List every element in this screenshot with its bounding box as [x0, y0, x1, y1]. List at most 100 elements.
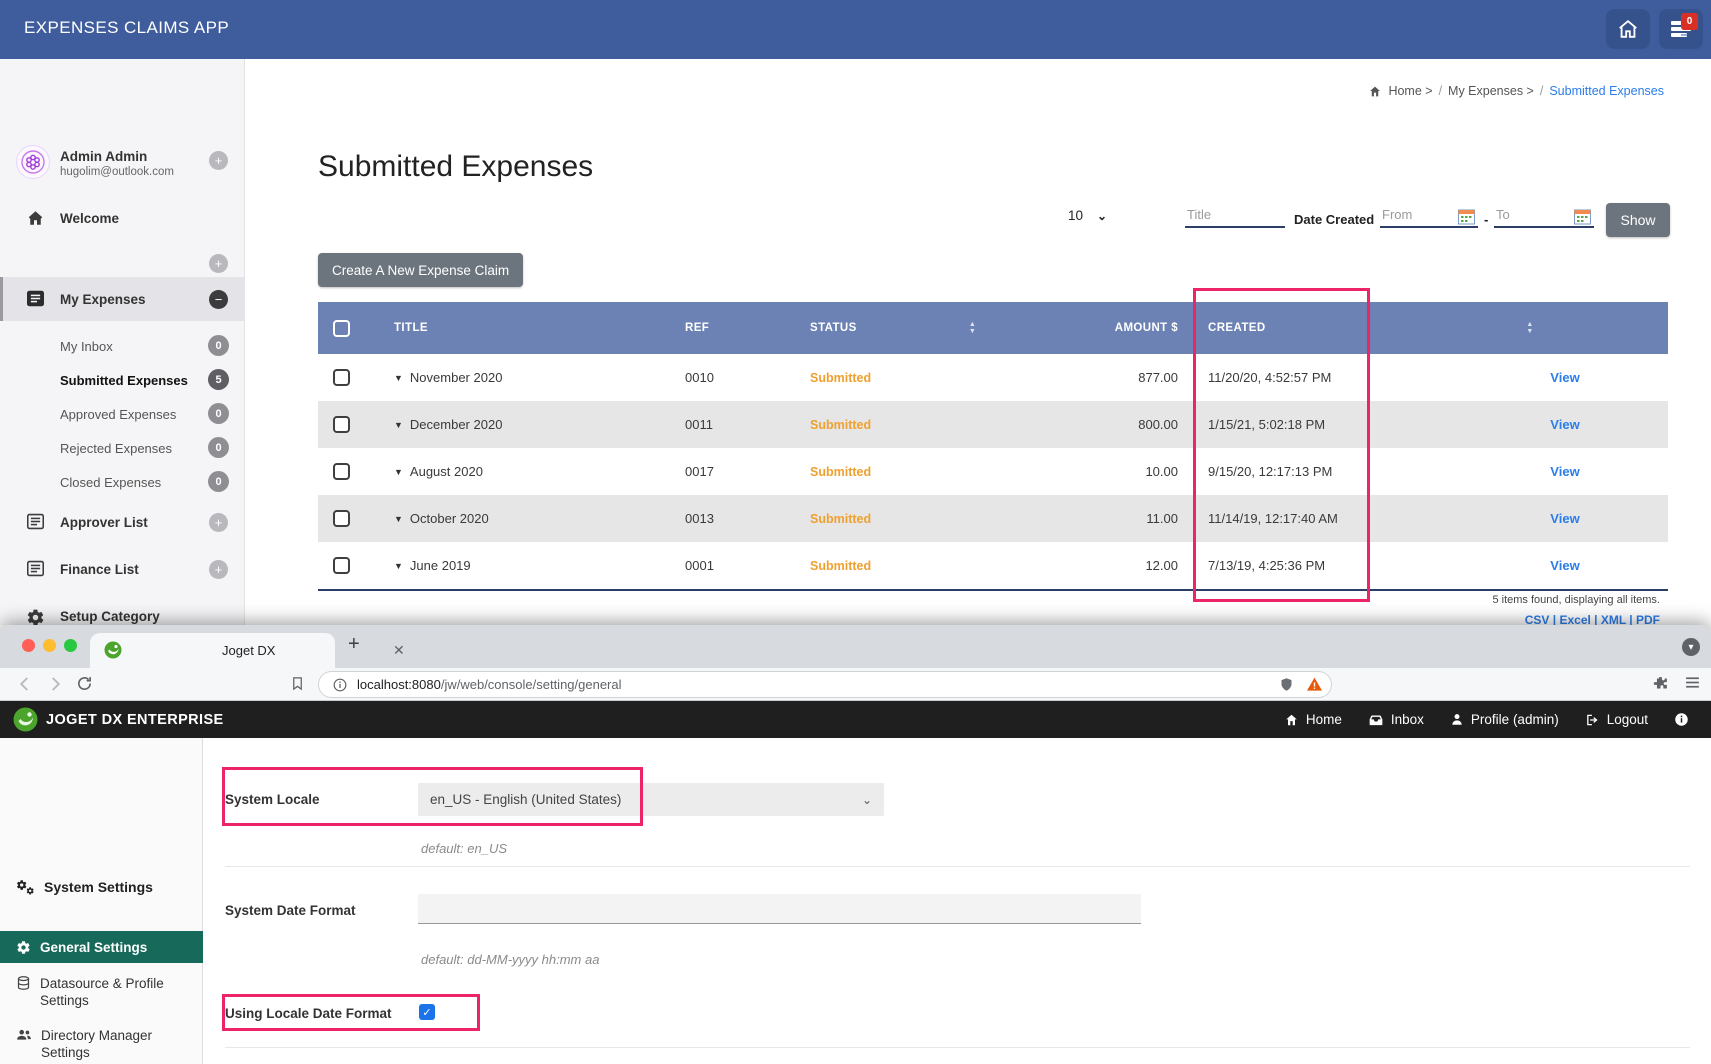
- expense-title[interactable]: June 2019: [410, 558, 471, 573]
- expense-title[interactable]: October 2020: [410, 511, 489, 526]
- back-icon[interactable]: [16, 675, 34, 693]
- warning-triangle-icon[interactable]: [1306, 677, 1323, 692]
- row-checkbox[interactable]: [333, 463, 350, 480]
- calendar-icon[interactable]: [1458, 209, 1475, 225]
- sidebar-item-approved-expenses[interactable]: Approved Expenses: [60, 407, 176, 422]
- system-locale-value: en_US - English (United States): [430, 792, 621, 807]
- profile-expand-button[interactable]: +: [209, 151, 228, 170]
- app-header: EXPENSES CLAIMS APP 0: [0, 0, 1711, 59]
- caret-down-icon[interactable]: ▼: [394, 467, 403, 477]
- app-home-button[interactable]: [1606, 9, 1650, 49]
- view-link[interactable]: View: [1550, 370, 1579, 385]
- sidebar-item-datasource-profile-settings[interactable]: Datasource & Profile Settings: [0, 975, 203, 1009]
- caret-down-icon[interactable]: ▼: [394, 561, 403, 571]
- col-header-created[interactable]: CREATED: [1186, 322, 1392, 334]
- info-icon: [1674, 712, 1689, 727]
- minimize-window-button[interactable]: [43, 639, 56, 652]
- using-locale-date-format-checkbox[interactable]: ✓: [419, 1004, 435, 1020]
- sidebar-item-submitted-expenses[interactable]: Submitted Expenses: [60, 373, 188, 388]
- site-info-icon[interactable]: [333, 678, 347, 692]
- maximize-window-button[interactable]: [64, 639, 77, 652]
- forward-icon[interactable]: [46, 675, 64, 693]
- tab-overflow-button[interactable]: ▾: [1682, 638, 1700, 656]
- caret-down-icon[interactable]: ▼: [394, 373, 403, 383]
- table-row: ▼November 2020 0010 Submitted 877.00 11/…: [318, 354, 1668, 401]
- avatar[interactable]: [16, 145, 50, 179]
- view-link[interactable]: View: [1550, 511, 1579, 526]
- col-header-ref[interactable]: REF: [660, 322, 790, 334]
- col-header-title[interactable]: TITLE: [364, 322, 660, 334]
- row-checkbox[interactable]: [333, 557, 350, 574]
- joget-nav-inbox[interactable]: Inbox: [1368, 712, 1424, 727]
- expense-ref: 0017: [660, 464, 790, 479]
- row-checkbox[interactable]: [333, 510, 350, 527]
- page-size-select[interactable]: 10 ⌄: [1068, 208, 1107, 223]
- url-bar[interactable]: localhost:8080/jw/web/console/setting/ge…: [318, 671, 1332, 698]
- joget-nav-info[interactable]: [1674, 712, 1689, 727]
- people-icon: [16, 1027, 32, 1042]
- expand-button[interactable]: +: [209, 513, 228, 532]
- row-checkbox[interactable]: [333, 416, 350, 433]
- close-window-button[interactable]: [22, 639, 35, 652]
- select-all-checkbox[interactable]: [333, 320, 350, 337]
- menu-icon[interactable]: [1684, 675, 1701, 690]
- browser-tab[interactable]: Joget DX ✕: [90, 633, 335, 668]
- section-expand-button[interactable]: +: [209, 254, 228, 273]
- extensions-puzzle-icon[interactable]: [1652, 675, 1669, 692]
- sidebar-item-setup-category[interactable]: Setup Category: [60, 609, 160, 624]
- title-filter-input[interactable]: [1185, 203, 1285, 228]
- joget-nav-profile[interactable]: Profile (admin): [1450, 712, 1559, 727]
- view-link[interactable]: View: [1550, 464, 1579, 479]
- close-icon[interactable]: ✕: [393, 642, 405, 659]
- new-tab-button[interactable]: +: [348, 633, 360, 656]
- sidebar-item-welcome[interactable]: Welcome: [60, 211, 119, 226]
- reload-icon[interactable]: [76, 675, 93, 692]
- breadcrumb-home[interactable]: Home >: [1388, 84, 1432, 98]
- table-row: ▼October 2020 0013 Submitted 11.00 11/14…: [318, 495, 1668, 542]
- joget-nav-logout[interactable]: Logout: [1585, 712, 1648, 727]
- sidebar-item-rejected-expenses[interactable]: Rejected Expenses: [60, 441, 172, 456]
- collapse-button[interactable]: −: [209, 290, 228, 309]
- system-locale-select[interactable]: en_US - English (United States) ⌄: [418, 783, 884, 816]
- list-icon: [26, 290, 45, 307]
- joget-body: System Settings General Settings Datasou…: [0, 738, 1711, 1064]
- expand-button[interactable]: +: [209, 560, 228, 579]
- sidebar-item-my-inbox[interactable]: My Inbox: [60, 339, 113, 354]
- col-header-status[interactable]: STATUS: [790, 322, 955, 334]
- app-inbox-button[interactable]: 0: [1659, 9, 1703, 49]
- sort-icon[interactable]: ▲▼: [969, 322, 976, 335]
- status-badge: Submitted: [810, 371, 871, 385]
- calendar-icon[interactable]: [1574, 209, 1591, 225]
- system-date-format-input[interactable]: [418, 894, 1141, 924]
- shield-icon[interactable]: [1279, 676, 1294, 693]
- row-checkbox[interactable]: [333, 369, 350, 386]
- sidebar-item-closed-expenses[interactable]: Closed Expenses: [60, 475, 161, 490]
- caret-down-icon[interactable]: ▼: [394, 420, 403, 430]
- col-header-amount[interactable]: AMOUNT $: [990, 322, 1186, 334]
- database-icon: [16, 975, 31, 991]
- sidebar-item-my-expenses[interactable]: My Expenses: [60, 292, 146, 307]
- sidebar-item-directory-manager-settings[interactable]: Directory Manager Settings: [0, 1027, 203, 1061]
- sort-icon[interactable]: ▲▼: [1526, 322, 1533, 335]
- bookmark-icon[interactable]: [290, 675, 305, 692]
- home-icon: [1617, 18, 1639, 40]
- nav-label: Home: [1306, 712, 1342, 727]
- table-footer-count: 5 items found, displaying all items.: [1492, 594, 1660, 606]
- caret-down-icon[interactable]: ▼: [394, 514, 403, 524]
- breadcrumb-current[interactable]: Submitted Expenses: [1549, 84, 1664, 98]
- expense-title[interactable]: August 2020: [410, 464, 483, 479]
- breadcrumb-my-expenses[interactable]: My Expenses >: [1448, 84, 1534, 98]
- create-expense-claim-button[interactable]: Create A New Expense Claim: [318, 253, 523, 287]
- breadcrumb-separator: /: [1540, 84, 1543, 98]
- sidebar-item-system-settings[interactable]: System Settings: [0, 879, 203, 896]
- expense-title[interactable]: December 2020: [410, 417, 503, 432]
- expense-title[interactable]: November 2020: [410, 370, 503, 385]
- sidebar-item-approver-list[interactable]: Approver List: [60, 515, 148, 530]
- sidebar-item-general-settings[interactable]: General Settings: [0, 931, 203, 963]
- show-button[interactable]: Show: [1606, 203, 1670, 237]
- sidebar-item-finance-list[interactable]: Finance List: [60, 562, 139, 577]
- joget-nav-home[interactable]: Home: [1284, 712, 1342, 727]
- view-link[interactable]: View: [1550, 558, 1579, 573]
- logout-icon: [1585, 713, 1600, 727]
- view-link[interactable]: View: [1550, 417, 1579, 432]
